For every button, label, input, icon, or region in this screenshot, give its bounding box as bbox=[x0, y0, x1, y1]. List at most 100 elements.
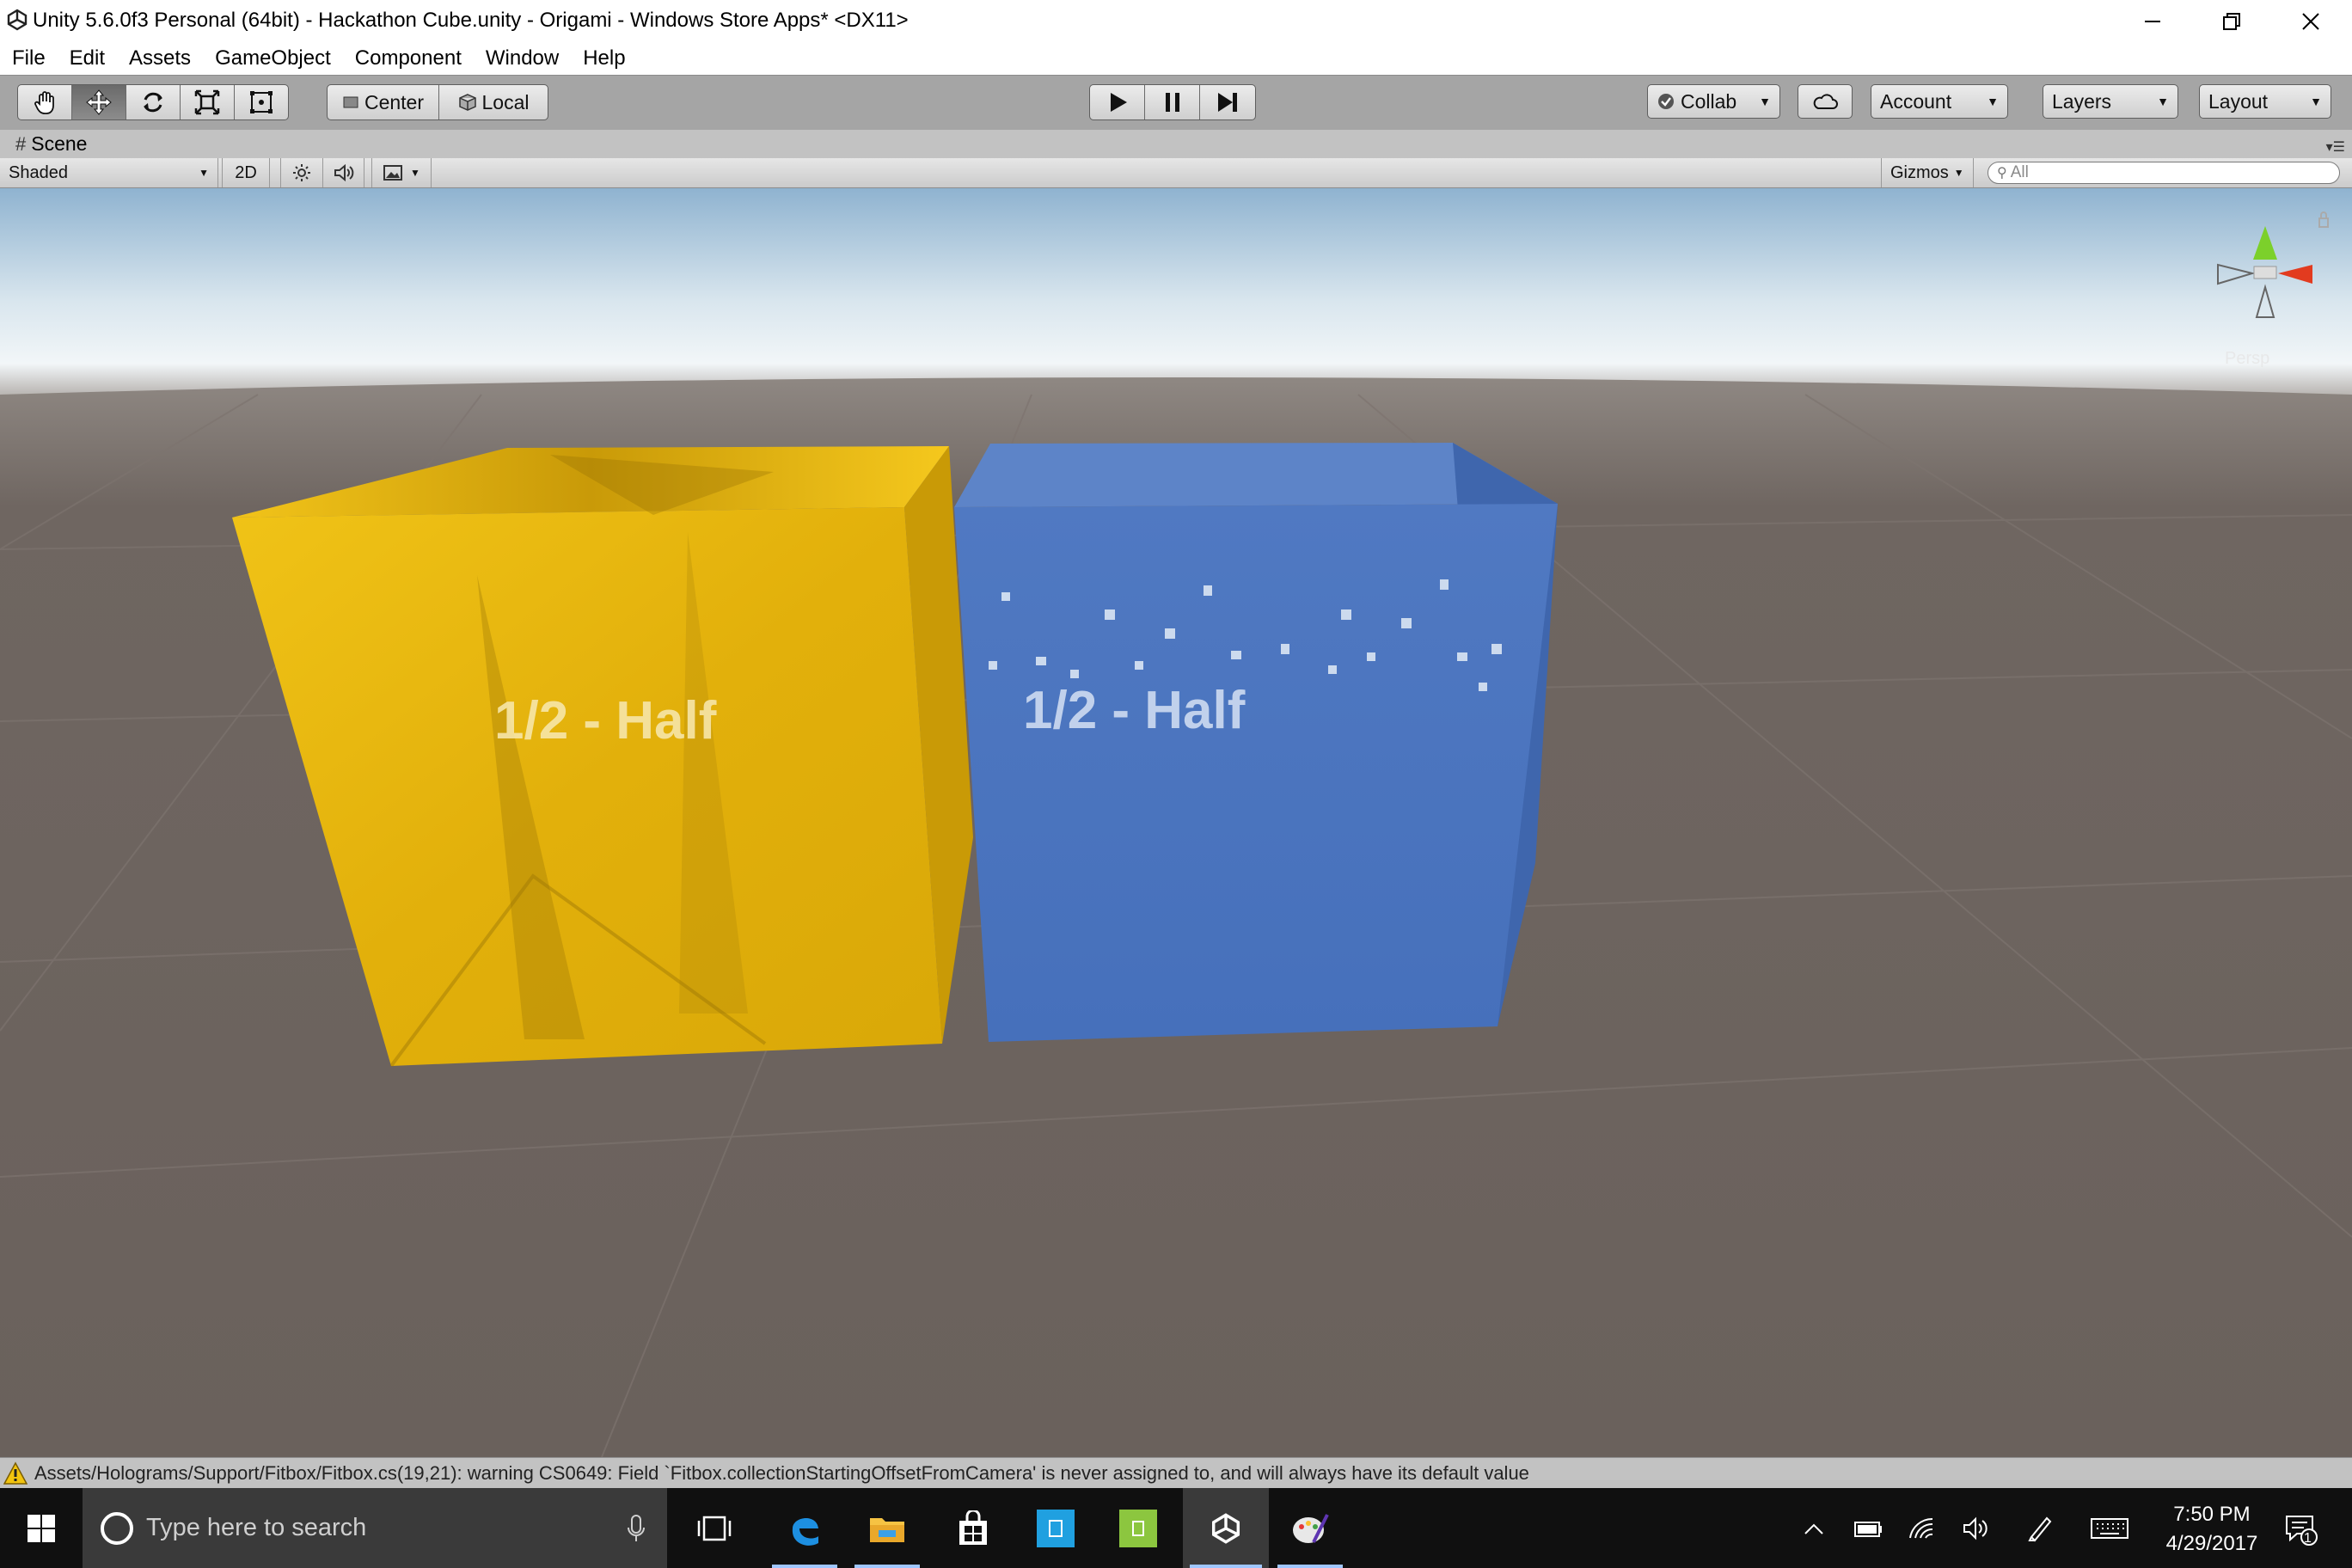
menu-file[interactable]: File bbox=[0, 46, 58, 71]
scene-tab[interactable]: # Scene bbox=[15, 132, 87, 156]
taskbar-clock[interactable]: 7:50 PM 4/29/2017 bbox=[2147, 1500, 2276, 1559]
cube-icon bbox=[458, 94, 476, 111]
blue-cube[interactable]: 1/2 - Half bbox=[954, 443, 1558, 1042]
cloud-button[interactable] bbox=[1798, 84, 1853, 119]
account-dropdown[interactable]: Account ▼ bbox=[1871, 84, 2008, 119]
window-title: Unity 5.6.0f3 Personal (64bit) - Hackath… bbox=[33, 9, 909, 32]
minimize-icon bbox=[2145, 20, 2160, 22]
restore-button[interactable] bbox=[2192, 0, 2271, 42]
menu-help[interactable]: Help bbox=[571, 46, 637, 71]
pen-icon bbox=[2028, 1516, 2052, 1541]
store-icon bbox=[959, 1510, 987, 1545]
layout-dropdown[interactable]: Layout ▼ bbox=[2199, 84, 2331, 119]
console-status-bar[interactable]: Assets/Holograms/Support/Fitbox/Fitbox.c… bbox=[0, 1457, 2352, 1489]
search-icon: ⚲ bbox=[1997, 166, 2007, 181]
pause-button[interactable] bbox=[1145, 85, 1200, 119]
chevron-down-icon: ▼ bbox=[410, 167, 420, 179]
volume-button[interactable] bbox=[1955, 1488, 1998, 1568]
speaker-icon bbox=[334, 163, 353, 182]
scene-search-placeholder: All bbox=[2010, 163, 2029, 181]
pivot-toggles: Center Local bbox=[327, 84, 548, 120]
taskbar-search-placeholder: Type here to search bbox=[146, 1514, 367, 1541]
menu-window[interactable]: Window bbox=[474, 46, 571, 71]
notification-count: 1 bbox=[2304, 1531, 2312, 1546]
scene-toolbar: Shaded ▼ 2D ▼ Gizmos ▼ ⚲ All bbox=[0, 158, 2352, 188]
playback-controls bbox=[1089, 84, 1256, 120]
chevron-up-icon bbox=[1804, 1523, 1823, 1534]
scale-tool-button[interactable] bbox=[181, 85, 235, 119]
play-button[interactable] bbox=[1090, 85, 1145, 119]
edge-icon bbox=[792, 1517, 818, 1546]
audio-toggle[interactable] bbox=[323, 158, 364, 187]
green-app-taskbar-button[interactable] bbox=[1099, 1488, 1178, 1568]
menu-gameobject[interactable]: GameObject bbox=[203, 46, 343, 71]
wifi-icon bbox=[1909, 1517, 1933, 1539]
store-taskbar-button[interactable] bbox=[934, 1488, 1013, 1568]
shading-mode-label: Shaded bbox=[9, 162, 68, 182]
hand-tool-icon bbox=[34, 91, 54, 114]
scene-search-input[interactable]: ⚲ All bbox=[1988, 162, 2340, 184]
blue-app-taskbar-button[interactable] bbox=[1016, 1488, 1095, 1568]
task-view-button[interactable] bbox=[676, 1488, 753, 1568]
scene-viewport[interactable]: 1/2 - Half 1/2 - Half Persp bbox=[0, 188, 2352, 1457]
minimize-button[interactable] bbox=[2113, 0, 2192, 42]
start-button[interactable] bbox=[0, 1488, 83, 1568]
shading-mode-dropdown[interactable]: Shaded ▼ bbox=[0, 158, 218, 187]
menu-component[interactable]: Component bbox=[343, 46, 474, 71]
main-toolbar: Center Local Collab ▼ Account ▼ Layers ▼… bbox=[0, 75, 2352, 131]
image-icon bbox=[383, 165, 403, 181]
layers-dropdown[interactable]: Layers ▼ bbox=[2043, 84, 2178, 119]
explorer-taskbar-button[interactable] bbox=[848, 1488, 927, 1568]
step-icon bbox=[1218, 93, 1237, 112]
collab-dropdown[interactable]: Collab ▼ bbox=[1647, 84, 1780, 119]
action-center-button[interactable]: 1 bbox=[2275, 1488, 2326, 1568]
pivot-center-button[interactable]: Center bbox=[328, 85, 439, 119]
battery-icon bbox=[1854, 1521, 1882, 1537]
volume-icon bbox=[1963, 1516, 1988, 1540]
close-button[interactable] bbox=[2271, 0, 2350, 42]
clock-time: 7:50 PM bbox=[2173, 1503, 2251, 1526]
unity-taskbar-button[interactable] bbox=[1183, 1488, 1269, 1568]
network-button[interactable] bbox=[1900, 1488, 1943, 1568]
chevron-down-icon: ▼ bbox=[199, 167, 209, 179]
gizmos-label: Gizmos bbox=[1890, 162, 1949, 182]
effects-dropdown[interactable]: ▼ bbox=[371, 158, 432, 187]
grid-icon: # bbox=[15, 132, 27, 155]
hand-tool-button[interactable] bbox=[18, 85, 72, 119]
rect-tool-button[interactable] bbox=[235, 85, 288, 119]
rotate-tool-icon bbox=[144, 92, 162, 113]
show-hidden-icons-button[interactable] bbox=[1795, 1488, 1833, 1568]
sun-icon bbox=[293, 164, 310, 181]
warning-icon bbox=[3, 1461, 28, 1485]
microphone-icon[interactable] bbox=[626, 1514, 646, 1543]
pivot-center-icon bbox=[343, 96, 358, 108]
step-button[interactable] bbox=[1200, 85, 1255, 119]
move-tool-icon bbox=[86, 89, 112, 115]
lighting-toggle[interactable] bbox=[280, 158, 323, 187]
menu-assets[interactable]: Assets bbox=[117, 46, 203, 71]
mode-2d-toggle[interactable]: 2D bbox=[222, 158, 270, 187]
touch-keyboard-button[interactable] bbox=[2084, 1488, 2135, 1568]
menu-edit[interactable]: Edit bbox=[58, 46, 117, 71]
gizmos-dropdown[interactable]: Gizmos ▼ bbox=[1881, 158, 1974, 187]
green-app-icon bbox=[1119, 1509, 1157, 1547]
move-tool-button[interactable] bbox=[72, 85, 126, 119]
taskbar-search-box[interactable]: Type here to search bbox=[83, 1488, 667, 1568]
rect-tool-icon bbox=[250, 91, 273, 113]
console-message: Assets/Holograms/Support/Fitbox/Fitbox.c… bbox=[34, 1462, 1529, 1484]
pivot-local-button[interactable]: Local bbox=[439, 85, 548, 119]
cortana-icon bbox=[101, 1511, 133, 1545]
windows-ink-button[interactable] bbox=[2018, 1488, 2061, 1568]
active-indicator bbox=[1190, 1565, 1262, 1568]
paint-taskbar-button[interactable] bbox=[1271, 1488, 1350, 1568]
rotate-tool-button[interactable] bbox=[126, 85, 181, 119]
pivot-local-label: Local bbox=[481, 90, 530, 113]
menu-bar: File Edit Assets GameObject Component Wi… bbox=[0, 42, 2352, 75]
notification-icon bbox=[2286, 1515, 2318, 1546]
edge-taskbar-button[interactable] bbox=[765, 1488, 844, 1568]
battery-button[interactable] bbox=[1847, 1488, 1890, 1568]
keyboard-icon bbox=[2091, 1517, 2128, 1539]
chevron-down-icon: ▼ bbox=[1759, 95, 1771, 108]
panel-menu-icon[interactable]: ▾☰ bbox=[2326, 138, 2345, 156]
clock-date: 4/29/2017 bbox=[2165, 1532, 2258, 1555]
